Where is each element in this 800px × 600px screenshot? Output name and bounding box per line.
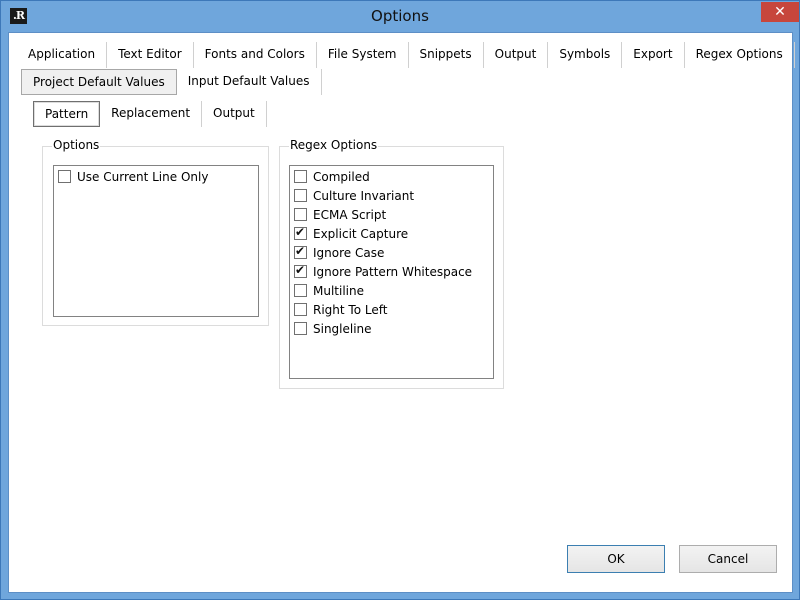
option-label: Use Current Line Only [77,169,209,184]
tab-application[interactable]: Application [17,42,108,68]
checkbox-compiled[interactable] [294,170,307,183]
regex-option-label: Compiled [313,169,370,184]
options-group-label: Options [52,138,101,152]
main-tabs-row-1: Application Text Editor Fonts and Colors… [17,42,795,68]
checkbox-culture-invariant[interactable] [294,189,307,202]
regex-option-ignore-pattern-whitespace[interactable]: Ignore Pattern Whitespace [294,262,472,281]
tab-input-default-values[interactable]: Input Default Values [177,69,322,95]
checkbox-singleline[interactable] [294,322,307,335]
regex-option-label: Culture Invariant [313,188,415,203]
regex-option-ecma-script[interactable]: ECMA Script [294,205,386,224]
regex-options-group: Regex Options Compiled Culture Invariant… [279,138,504,389]
regex-option-label: Multiline [313,283,364,298]
tab-snippets[interactable]: Snippets [409,42,484,68]
subtab-pattern[interactable]: Pattern [33,101,101,127]
tab-project-default-values[interactable]: Project Default Values [21,69,177,95]
option-use-current-line-only[interactable]: Use Current Line Only [58,167,208,186]
tab-regex-options[interactable]: Regex Options [685,42,795,68]
options-window: .R Options ✕ Application Text Editor Fon… [0,0,800,600]
options-group: Options Use Current Line Only [42,138,269,326]
title-bar[interactable]: .R Options ✕ [1,1,799,32]
regex-options-listbox[interactable]: Compiled Culture Invariant ECMA Script E… [289,165,494,379]
regex-option-compiled[interactable]: Compiled [294,167,370,186]
checkbox-multiline[interactable] [294,284,307,297]
regex-option-ignore-case[interactable]: Ignore Case [294,243,384,262]
checkbox-ignore-pattern-whitespace[interactable] [294,263,307,278]
regex-option-right-to-left[interactable]: Right To Left [294,300,387,319]
regex-option-explicit-capture[interactable]: Explicit Capture [294,224,408,243]
checkbox-explicit-capture[interactable] [294,225,307,240]
tab-symbols[interactable]: Symbols [548,42,623,68]
regex-option-label: Ignore Pattern Whitespace [313,264,473,279]
regex-options-group-label: Regex Options [289,138,379,152]
regex-option-label: Right To Left [313,302,388,317]
window-title: Options [371,7,429,25]
tab-file-system[interactable]: File System [317,42,409,68]
cancel-button[interactable]: Cancel [679,545,777,573]
close-button[interactable]: ✕ [761,2,799,22]
regex-option-singleline[interactable]: Singleline [294,319,372,338]
regex-option-label: Ignore Case [313,245,385,260]
tab-text-editor[interactable]: Text Editor [107,42,194,68]
tab-output[interactable]: Output [484,42,549,68]
sub-tabs: Pattern Replacement Output [33,101,267,127]
dialog-body: Application Text Editor Fonts and Colors… [8,32,795,593]
subtab-replacement[interactable]: Replacement [100,101,203,127]
regex-option-culture-invariant[interactable]: Culture Invariant [294,186,414,205]
tab-fonts-and-colors[interactable]: Fonts and Colors [194,42,317,68]
regex-option-multiline[interactable]: Multiline [294,281,364,300]
checkbox-ecma-script[interactable] [294,208,307,221]
subtab-output[interactable]: Output [202,101,267,127]
options-listbox[interactable]: Use Current Line Only [53,165,259,317]
regex-option-label: Explicit Capture [313,226,409,241]
checkbox-use-current-line-only[interactable] [58,170,71,183]
ok-button[interactable]: OK [567,545,665,573]
main-tabs-row-2: Project Default Values Input Default Val… [21,69,322,95]
checkbox-right-to-left[interactable] [294,303,307,316]
regex-option-label: ECMA Script [313,207,387,222]
tab-export[interactable]: Export [622,42,685,68]
regex-option-label: Singleline [313,321,372,336]
checkbox-ignore-case[interactable] [294,244,307,259]
